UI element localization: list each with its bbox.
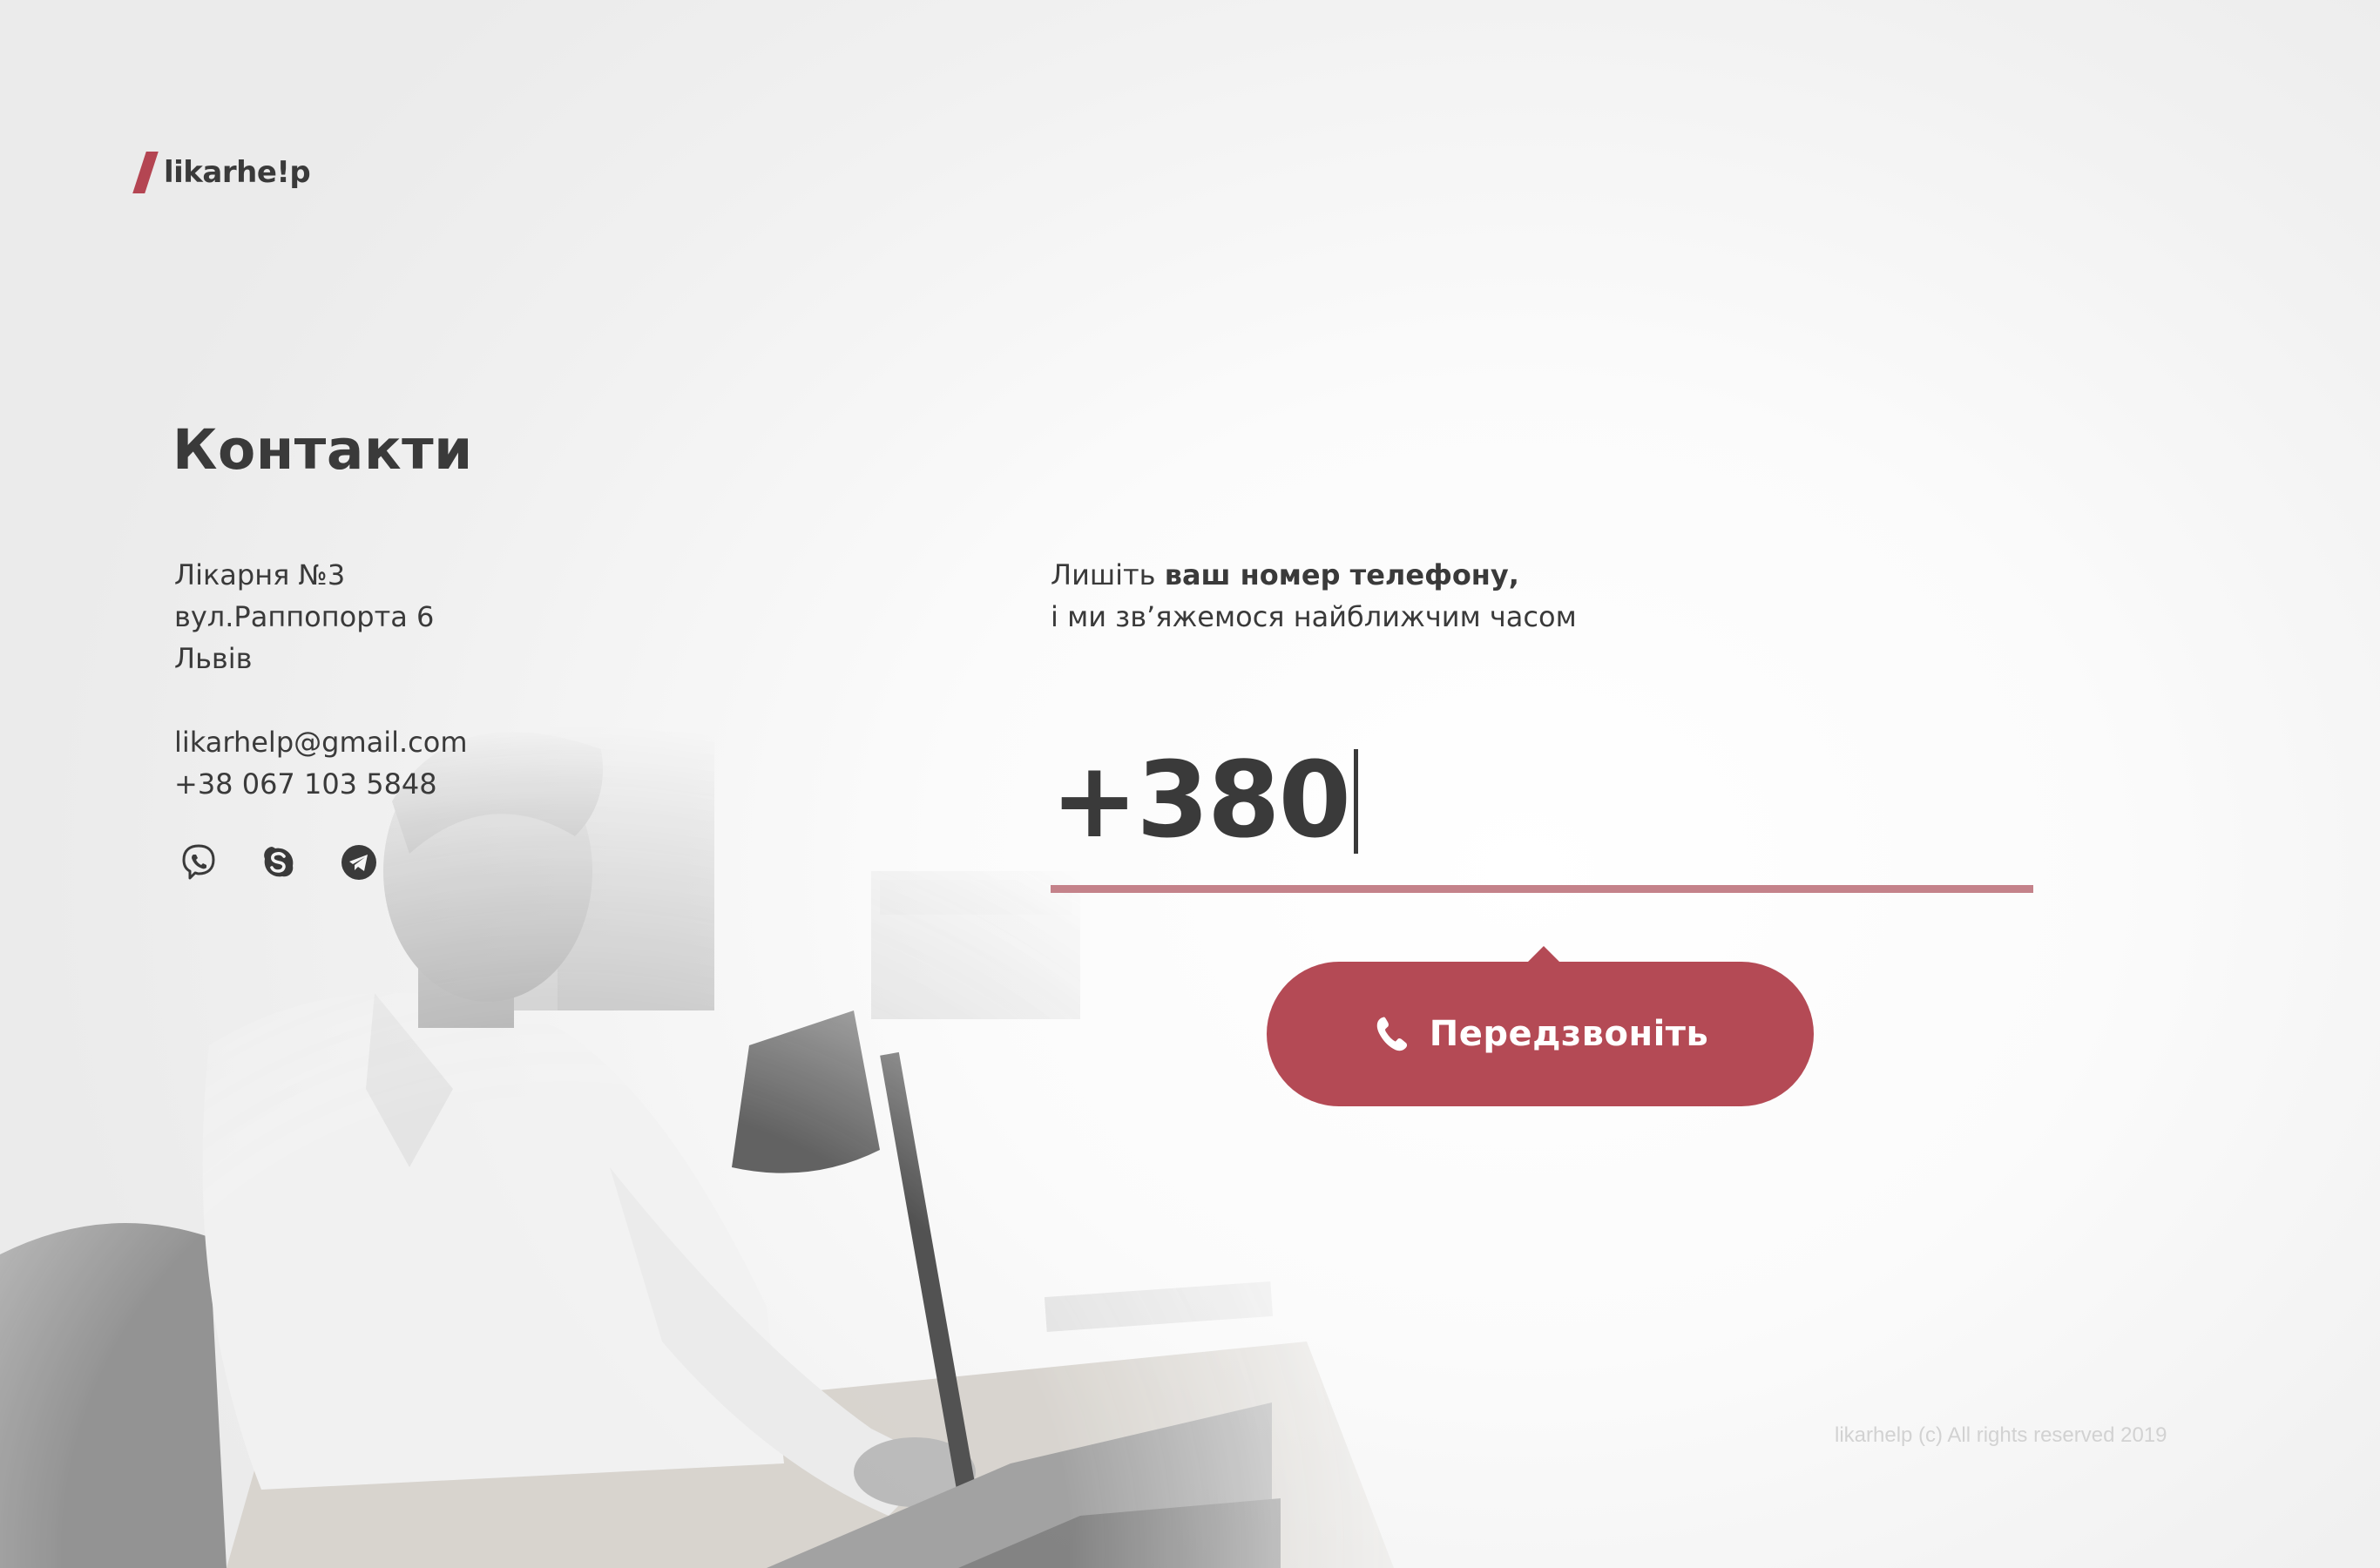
phone-link[interactable]: +38 067 103 5848: [174, 763, 468, 805]
prompt-bold: ваш номер телефону,: [1164, 558, 1519, 591]
address-line-street: вул.Раппопорта 6: [174, 600, 435, 633]
prompt-plain: Лишіть: [1051, 558, 1165, 591]
footer-copyright: likarhelp (c) All rights reserved 2019: [1835, 1423, 2167, 1447]
address-block: Лікарня №3 вул.Раппопорта 6 Львів: [174, 554, 434, 679]
text-caret: [1354, 749, 1358, 854]
prompt-line-1: Лишіть ваш номер телефону,: [1051, 554, 1577, 596]
phone-icon: [1372, 1014, 1412, 1054]
prompt-line-2: і ми зв’яжемося найближчим часом: [1051, 600, 1577, 633]
phone-field[interactable]: +380: [1051, 732, 2033, 897]
form-prompt: Лишіть ваш номер телефону, і ми зв’яжемо…: [1051, 554, 1577, 638]
contact-info: likarhelp@gmail.com +38 067 103 5848: [174, 721, 468, 805]
telegram-icon[interactable]: [338, 841, 380, 883]
social-links: [178, 841, 380, 883]
callback-button-label: Передзвоніть: [1429, 1014, 1709, 1054]
skype-icon[interactable]: [258, 841, 300, 883]
contacts-title: Контакти: [172, 418, 473, 482]
phone-input[interactable]: [1373, 749, 2021, 855]
logo-text: likarhe!p: [164, 155, 311, 190]
viber-icon[interactable]: [178, 841, 220, 883]
phone-underline: [1051, 885, 2033, 893]
callback-button[interactable]: Передзвоніть: [1267, 946, 1814, 1106]
logo-mark-icon: [132, 152, 159, 193]
phone-prefix: +380: [1051, 740, 1351, 862]
address-line-hospital: Лікарня №3: [174, 558, 346, 591]
logo[interactable]: likarhe!p: [132, 152, 311, 193]
address-line-city: Львів: [174, 642, 253, 675]
email-link[interactable]: likarhelp@gmail.com: [174, 721, 468, 763]
